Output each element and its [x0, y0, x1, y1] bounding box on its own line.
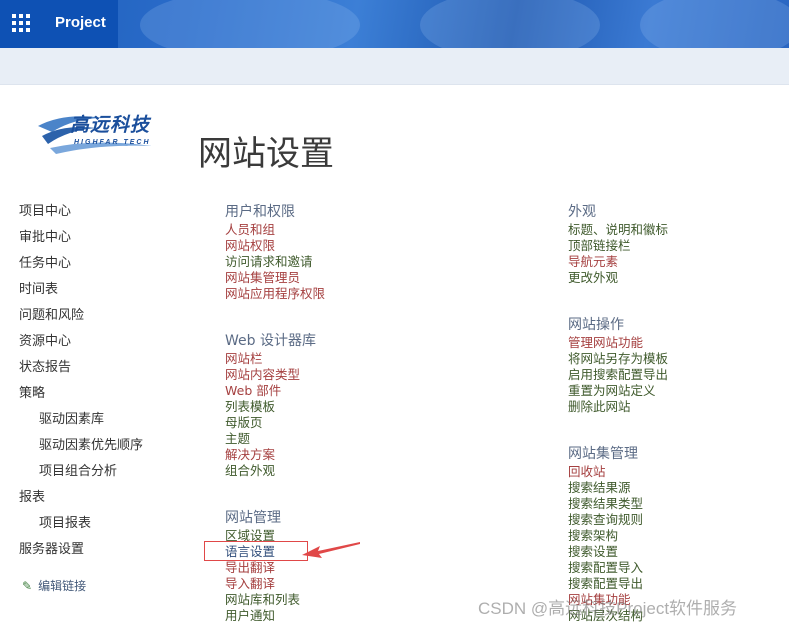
- app-brand: Project: [0, 0, 118, 48]
- section-site-admin: 网站管理 区域设置 语言设置 导出翻译 导入翻译 网站库和列表 用户通知: [225, 509, 300, 624]
- link-themes[interactable]: 主题: [225, 431, 316, 447]
- nav-item-reports[interactable]: 报表: [19, 486, 45, 505]
- link-export-translations[interactable]: 导出翻译: [225, 560, 300, 576]
- nav-item-timesheet[interactable]: 时间表: [19, 278, 58, 297]
- logo-text: 高远科技: [70, 114, 151, 136]
- section-site-actions: 网站操作 管理网站功能 将网站另存为模板 启用搜索配置导出 重置为网站定义 删除…: [568, 316, 668, 415]
- link-reset-site-definition[interactable]: 重置为网站定义: [568, 383, 668, 399]
- nav-item-strategy[interactable]: 策略: [19, 382, 45, 401]
- nav-item-driver-library[interactable]: 驱动因素库: [39, 408, 104, 427]
- section-look-feel: 外观 标题、说明和徽标 顶部链接栏 导航元素 更改外观: [568, 203, 668, 286]
- link-result-sources[interactable]: 搜索结果源: [568, 480, 643, 496]
- nav-item-project-center[interactable]: 项目中心: [19, 200, 71, 219]
- logo-subtext: HIGHFAR TECH: [74, 139, 151, 146]
- waffle-icon[interactable]: [12, 14, 32, 34]
- link-top-link-bar[interactable]: 顶部链接栏: [568, 238, 668, 254]
- nav-item-approvals[interactable]: 审批中心: [19, 226, 71, 245]
- link-search-settings[interactable]: 搜索设置: [568, 544, 643, 560]
- nav-item-project-reports[interactable]: 项目报表: [39, 512, 91, 531]
- annotation-highlight-box: [204, 541, 308, 561]
- suite-bar: Project: [0, 0, 789, 48]
- link-manage-features[interactable]: 管理网站功能: [568, 335, 668, 351]
- header-decoration: [140, 0, 360, 48]
- link-save-as-template[interactable]: 将网站另存为模板: [568, 351, 668, 367]
- nav-item-status-reports[interactable]: 状态报告: [19, 356, 71, 375]
- link-libraries-lists[interactable]: 网站库和列表: [225, 592, 300, 608]
- section-users-permissions: 用户和权限 人员和组 网站权限 访问请求和邀请 网站集管理员 网站应用程序权限: [225, 203, 325, 302]
- section-title: 外观: [568, 204, 596, 220]
- annotation-arrow-icon: [302, 542, 360, 558]
- section-title: 网站管理: [225, 510, 281, 526]
- nav-item-portfolio-analysis[interactable]: 项目组合分析: [39, 460, 117, 479]
- link-people-groups[interactable]: 人员和组: [225, 222, 325, 238]
- header-decoration: [640, 0, 789, 48]
- site-logo[interactable]: 高远科技 HIGHFAR TECH: [34, 110, 159, 160]
- nav-item-issues-risks[interactable]: 问题和风险: [19, 304, 84, 323]
- link-import-translations[interactable]: 导入翻译: [225, 576, 300, 592]
- nav-item-server-settings[interactable]: 服务器设置: [19, 538, 84, 557]
- link-search-config-import[interactable]: 搜索配置导入: [568, 560, 643, 576]
- link-web-parts[interactable]: Web 部件: [225, 383, 316, 399]
- section-title: 网站操作: [568, 317, 624, 333]
- link-composed-looks[interactable]: 组合外观: [225, 463, 316, 479]
- link-user-alerts[interactable]: 用户通知: [225, 608, 300, 624]
- pencil-icon: ✎: [22, 579, 33, 593]
- ribbon-bar: [0, 48, 789, 85]
- app-title[interactable]: Project: [55, 14, 106, 31]
- page-title: 网站设置: [198, 134, 334, 174]
- section-title: 网站集管理: [568, 446, 638, 462]
- link-search-config-export[interactable]: 搜索配置导出: [568, 576, 643, 592]
- link-master-pages[interactable]: 母版页: [225, 415, 316, 431]
- link-search-schema[interactable]: 搜索架构: [568, 528, 643, 544]
- link-site-columns[interactable]: 网站栏: [225, 351, 316, 367]
- link-delete-site[interactable]: 删除此网站: [568, 399, 668, 415]
- link-list-templates[interactable]: 列表模板: [225, 399, 316, 415]
- link-query-rules[interactable]: 搜索查询规则: [568, 512, 643, 528]
- section-web-designer: Web 设计器库 网站栏 网站内容类型 Web 部件 列表模板 母版页 主题 解…: [225, 332, 316, 479]
- link-site-collection-admins[interactable]: 网站集管理员: [225, 270, 325, 286]
- edit-links-button[interactable]: ✎ 编辑链接: [22, 577, 86, 594]
- nav-item-driver-priority[interactable]: 驱动因素优先顺序: [39, 434, 143, 453]
- link-title-logo[interactable]: 标题、说明和徽标: [568, 222, 668, 238]
- watermark: CSDN @高远科技Project软件服务: [478, 599, 738, 618]
- link-result-types[interactable]: 搜索结果类型: [568, 496, 643, 512]
- link-content-types[interactable]: 网站内容类型: [225, 367, 316, 383]
- link-access-requests[interactable]: 访问请求和邀请: [225, 254, 325, 270]
- link-app-permissions[interactable]: 网站应用程序权限: [225, 286, 325, 302]
- link-enable-search-export[interactable]: 启用搜索配置导出: [568, 367, 668, 383]
- section-title: Web 设计器库: [225, 333, 316, 349]
- link-change-look[interactable]: 更改外观: [568, 270, 668, 286]
- section-title: 用户和权限: [225, 204, 295, 220]
- edit-links-label: 编辑链接: [38, 579, 87, 593]
- header-decoration: [420, 0, 600, 48]
- nav-item-resources[interactable]: 资源中心: [19, 330, 71, 349]
- link-site-permissions[interactable]: 网站权限: [225, 238, 325, 254]
- link-solutions[interactable]: 解决方案: [225, 447, 316, 463]
- link-navigation[interactable]: 导航元素: [568, 254, 668, 270]
- nav-item-tasks[interactable]: 任务中心: [19, 252, 71, 271]
- link-recycle-bin[interactable]: 回收站: [568, 464, 643, 480]
